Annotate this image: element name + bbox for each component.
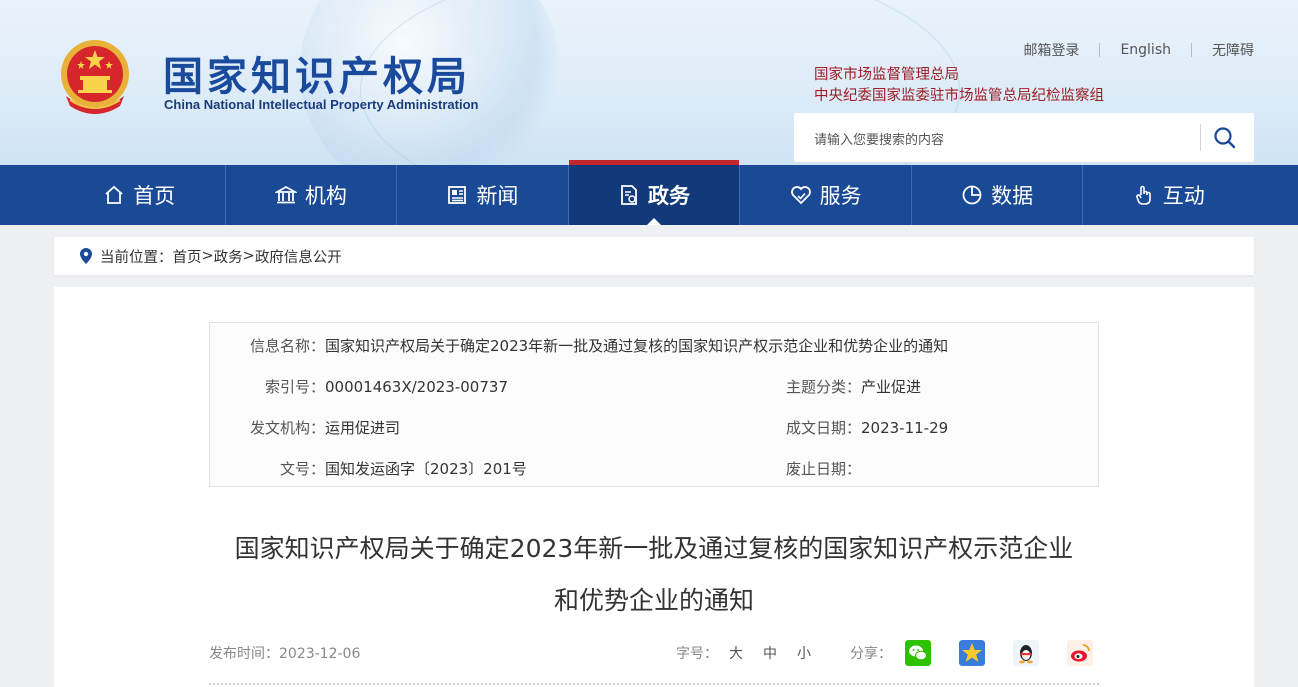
nav-item-label: 数据 xyxy=(991,184,1034,208)
search-input[interactable]: 请输入您要搜索的内容 xyxy=(814,129,944,148)
info-row-index: 索引号：00001463X/2023-00737 xyxy=(210,376,508,397)
home-icon xyxy=(105,185,123,204)
site-logo-title[interactable]: 国家知识产权局 xyxy=(163,44,471,102)
nav-item-home[interactable]: 首页 xyxy=(54,165,226,225)
weibo-share-icon[interactable] xyxy=(1067,640,1093,666)
nav-item-label: 服务 xyxy=(819,184,862,208)
parent-org-link[interactable]: 国家市场监督管理总局 xyxy=(814,63,959,84)
info-expire-label: 废止日期： xyxy=(785,460,861,478)
top-links: 邮箱登录 English 无障碍 xyxy=(1003,40,1254,60)
wechat-share-icon[interactable] xyxy=(905,640,931,666)
supervision-org-link[interactable]: 中央纪委国家监委驻市场监管总局纪检监察组 xyxy=(814,84,1104,105)
share-label: 分享： xyxy=(850,646,892,662)
qq-share-icon[interactable] xyxy=(1013,640,1039,666)
breadcrumb-home[interactable]: 首页 xyxy=(173,246,202,267)
nav-item-institution[interactable]: 机构 xyxy=(226,165,398,225)
info-table: 信息名称：国家知识产权局关于确定2023年新一批及通过复核的国家知识产权示范企业… xyxy=(209,322,1099,487)
info-org-label: 发文机构： xyxy=(249,419,325,437)
article-title-line1: 国家知识产权局关于确定2023年新一批及通过复核的国家知识产权示范企业 xyxy=(234,534,1074,563)
info-name-label: 信息名称： xyxy=(249,337,325,355)
breadcrumb-separator: > xyxy=(201,248,214,264)
publish-date: 2023-12-06 xyxy=(279,646,361,662)
info-topic-label: 主题分类： xyxy=(785,378,861,396)
service-icon xyxy=(790,186,811,205)
info-name-value: 国家知识产权局关于确定2023年新一批及通过复核的国家知识产权示范企业和优势企业… xyxy=(325,337,949,355)
info-date-value: 2023-11-29 xyxy=(861,419,949,437)
font-size-large-button[interactable]: 大 xyxy=(729,643,743,663)
divider xyxy=(1200,124,1201,151)
institution-icon xyxy=(274,185,297,204)
font-size-label: 字号： xyxy=(676,646,718,662)
info-row-date: 成文日期：2023-11-29 xyxy=(750,417,948,438)
info-topic-value: 产业促进 xyxy=(861,378,922,396)
info-row-name: 信息名称：国家知识产权局关于确定2023年新一批及通过复核的国家知识产权示范企业… xyxy=(210,335,948,356)
breadcrumb: 当前位置： 首页 > 政务 > 政府信息公开 xyxy=(54,237,1254,275)
info-docno-label: 文号： xyxy=(279,460,325,478)
site-logo-subtitle[interactable]: China National Intellectual Property Adm… xyxy=(164,97,478,112)
search-icon[interactable] xyxy=(1212,125,1238,151)
interaction-icon xyxy=(1135,185,1151,205)
article-panel: 信息名称：国家知识产权局关于确定2023年新一批及通过复核的国家知识产权示范企业… xyxy=(54,287,1254,687)
national-emblem-logo[interactable] xyxy=(58,36,132,116)
breadcrumb-prefix: 当前位置： xyxy=(100,249,173,266)
publish-label: 发布时间： xyxy=(209,646,279,662)
government-affairs-icon xyxy=(621,185,637,205)
info-docno-value: 国知发运函字〔2023〕201号 xyxy=(325,460,527,478)
qzone-share-icon[interactable] xyxy=(959,640,985,666)
publish-info: 发布时间：2023-12-06 xyxy=(209,643,360,663)
accessibility-link[interactable]: 无障碍 xyxy=(1192,40,1254,60)
nav-item-news[interactable]: 新闻 xyxy=(397,165,569,225)
site-header: 国家知识产权局 China National Intellectual Prop… xyxy=(0,0,1298,165)
nav-item-label: 互动 xyxy=(1162,184,1205,208)
info-org-value: 运用促进司 xyxy=(325,419,401,437)
nav-item-service[interactable]: 服务 xyxy=(740,165,912,225)
info-row-docno: 文号：国知发运函字〔2023〕201号 xyxy=(210,458,527,479)
nav-item-label: 首页 xyxy=(133,184,176,208)
nav-item-data[interactable]: 数据 xyxy=(912,165,1084,225)
info-index-value: 00001463X/2023-00737 xyxy=(325,378,508,396)
news-icon xyxy=(448,186,467,204)
nav-item-label: 政务 xyxy=(648,184,691,208)
breadcrumb-affairs[interactable]: 政务 xyxy=(214,246,243,267)
breadcrumb-current[interactable]: 政府信息公开 xyxy=(255,246,342,267)
info-row-topic: 主题分类：产业促进 xyxy=(750,376,921,397)
article-title-line2: 和优势企业的通知 xyxy=(553,586,754,615)
english-link[interactable]: English xyxy=(1100,42,1191,58)
info-index-label: 索引号： xyxy=(264,378,325,396)
font-size-medium-button[interactable]: 中 xyxy=(763,643,777,663)
location-pin-icon xyxy=(80,248,92,264)
info-row-expire: 废止日期： xyxy=(750,458,861,479)
search-box: 请输入您要搜索的内容 xyxy=(794,113,1254,162)
nav-item-label: 机构 xyxy=(304,184,347,208)
mail-login-link[interactable]: 邮箱登录 xyxy=(1003,40,1099,60)
nav-item-government-affairs[interactable]: 政务 xyxy=(568,160,741,225)
info-row-org: 发文机构：运用促进司 xyxy=(210,417,400,438)
nav-item-interaction[interactable]: 互动 xyxy=(1083,165,1254,225)
breadcrumb-separator: > xyxy=(242,248,255,264)
info-date-label: 成文日期： xyxy=(785,419,861,437)
data-pie-icon xyxy=(962,185,982,205)
font-size-small-button[interactable]: 小 xyxy=(797,643,811,663)
nav-item-label: 新闻 xyxy=(476,184,519,208)
divider xyxy=(209,683,1099,685)
main-nav: 首页 机构 新闻 政务 服务 数据 互动 xyxy=(0,160,1298,225)
